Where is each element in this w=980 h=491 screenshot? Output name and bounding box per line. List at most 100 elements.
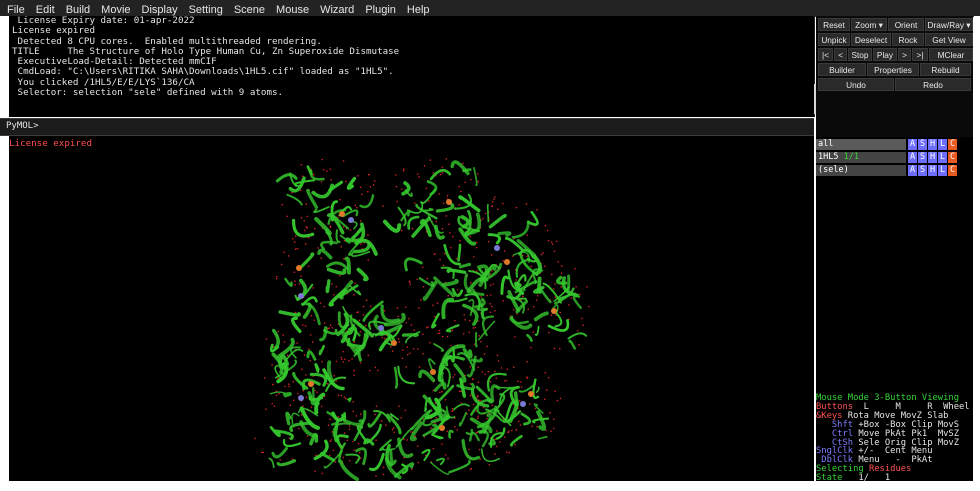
color-button[interactable]: C [948,165,957,176]
object-name-text: (sele) [818,165,849,175]
water-dot [409,352,411,355]
ribbon-segment [474,331,478,348]
hide-button[interactable]: H [928,152,937,163]
unpick-button[interactable]: Unpick [818,33,850,46]
protein-cartoon[interactable] [254,158,590,481]
water-dot [321,158,323,161]
orient-button[interactable]: Orient [888,18,924,31]
rebuild-button[interactable]: Rebuild [920,63,971,76]
action-button[interactable]: A [908,152,917,163]
water-dot [305,396,308,399]
label-button[interactable]: L [938,139,947,150]
ion-sphere [296,265,302,271]
water-dot [398,405,400,407]
rewind-button[interactable]: |< [818,48,833,61]
builder-button[interactable]: Builder [818,63,866,76]
deselect-button[interactable]: Deselect [851,33,891,46]
water-dot [559,397,562,400]
properties-button[interactable]: Properties [867,63,919,76]
button-row-1: Reset Zoom ▾ Orient Draw/Ray ▾ [818,18,973,31]
show-button[interactable]: S [918,165,927,176]
water-dot [422,333,424,336]
water-dot [522,295,524,298]
water-dot [437,332,439,335]
object-name[interactable]: 1HL5 1/1 [816,152,906,163]
end-button[interactable]: >| [912,48,928,61]
color-button[interactable]: C [948,152,957,163]
molecular-viewer[interactable]: License expired [9,136,814,481]
protein-render[interactable] [9,136,814,481]
water-dot [469,394,472,397]
play-button[interactable]: Play [873,48,897,61]
water-dot [330,179,332,181]
object-row-all[interactable]: all A S H L C [816,139,973,150]
object-name[interactable]: all [816,139,906,150]
water-dot [301,368,303,370]
water-dot [281,203,284,206]
command-input[interactable] [42,120,802,133]
water-dot [357,174,360,177]
ribbon-segment [283,392,292,398]
hide-button[interactable]: H [928,165,937,176]
water-dot [306,215,309,218]
rock-button[interactable]: Rock [892,33,924,46]
object-row-sele[interactable]: (sele) A S H L C [816,165,973,176]
ribbon-segment [269,426,281,438]
ribbon-segment [480,307,488,320]
show-button[interactable]: S [918,152,927,163]
redo-button[interactable]: Redo [895,78,971,91]
label-button[interactable]: L [938,152,947,163]
water-dot [550,430,552,433]
action-button[interactable]: A [908,139,917,150]
forward-button[interactable]: > [898,48,911,61]
water-dot [444,252,446,255]
water-dot [275,277,278,280]
label-button[interactable]: L [938,165,947,176]
water-dot [417,445,419,447]
water-dot [475,270,478,272]
color-button[interactable]: C [948,139,957,150]
water-dot [348,428,351,430]
back-button[interactable]: < [834,48,847,61]
water-dot [345,397,347,400]
zoom-button[interactable]: Zoom ▾ [851,18,887,31]
water-dot [290,191,293,194]
water-dot [340,358,343,361]
show-button[interactable]: S [918,139,927,150]
reset-button[interactable]: Reset [818,18,850,31]
mclear-button[interactable]: MClear [929,48,973,61]
hide-button[interactable]: H [928,139,937,150]
water-dot [354,204,357,207]
water-dot [496,430,498,432]
undo-button[interactable]: Undo [818,78,894,91]
ribbon-segment [534,325,540,336]
object-row-1hl5[interactable]: 1HL5 1/1 A S H L C [816,152,973,163]
stop-button[interactable]: Stop [848,48,872,61]
water-dot [553,250,556,253]
water-dot [293,241,296,243]
water-dot [298,282,301,285]
water-dot [556,399,559,402]
water-dot [348,425,351,427]
ribbon-segment [342,209,359,218]
water-dot [352,410,355,413]
mouse-mode-panel[interactable]: Mouse Mode 3-Button Viewing Buttons L M … [816,394,973,483]
object-name[interactable]: (sele) [816,165,906,176]
ribbon-segment [271,328,280,350]
draw-ray-button[interactable]: Draw/Ray ▾ [925,18,973,31]
water-dot [416,173,419,175]
water-dot [487,370,490,373]
water-dot [414,202,416,204]
water-dot [446,430,448,433]
water-dot [359,220,362,222]
water-dot [320,405,323,408]
water-dot [351,358,353,360]
water-dot [494,453,496,455]
get-view-button[interactable]: Get View [925,33,973,46]
action-button[interactable]: A [908,165,917,176]
ribbon-segment [344,256,351,275]
ribbon-segment [382,219,402,233]
water-dot [400,229,403,232]
water-dot [483,353,486,355]
water-dot [514,443,516,446]
